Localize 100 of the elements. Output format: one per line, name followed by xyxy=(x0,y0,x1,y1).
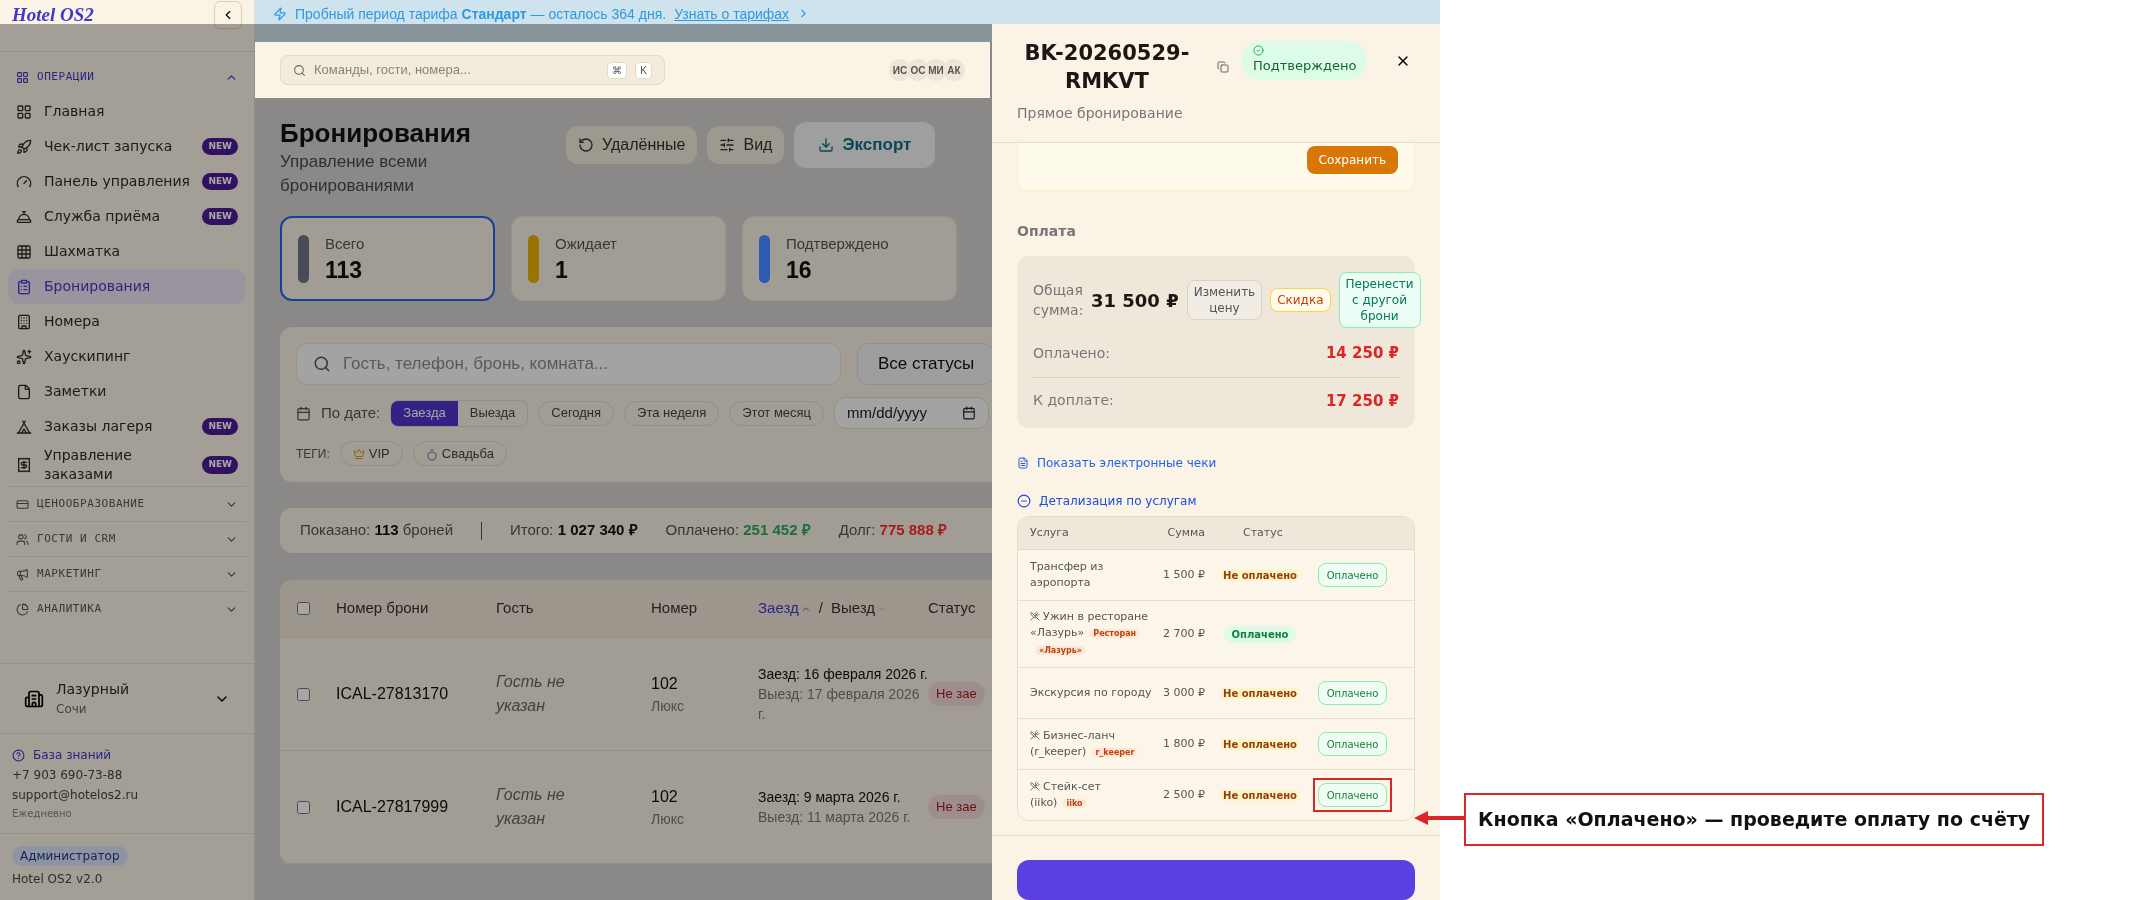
crown-icon xyxy=(352,447,365,460)
document-icon xyxy=(1017,457,1029,469)
stat-card[interactable]: Подтверждено 16 xyxy=(742,216,957,301)
minus-circle-icon xyxy=(1017,494,1031,508)
service-amount: 2 500 ₽ xyxy=(1163,787,1205,803)
summary-stat: Итого: 1 027 340 ₽ xyxy=(510,520,638,541)
sort-column-header[interactable]: Выезд xyxy=(830,597,887,620)
nav-item[interactable]: Шахматка xyxy=(8,234,246,269)
annotation-callout: Кнопка «Оплачено» — проведите оплату по счёту xyxy=(1464,793,2045,846)
row-checkbox[interactable] xyxy=(297,687,310,701)
utensils-icon xyxy=(1030,611,1040,621)
booking-source: Прямое бронирование xyxy=(1017,104,1184,123)
pointer-arrow xyxy=(1414,811,1464,825)
building-icon xyxy=(24,688,44,709)
lightning-icon xyxy=(273,7,287,21)
logo: Hotel OS2 xyxy=(12,3,94,27)
new-badge: NEW xyxy=(202,207,238,226)
payment-action-button[interactable]: Скидка xyxy=(1270,288,1331,312)
toolbar-button[interactable]: Вид xyxy=(707,126,785,164)
column-header[interactable]: Гость xyxy=(496,597,651,620)
mark-paid-button[interactable]: Оплачено xyxy=(1317,681,1388,705)
sort-column-header[interactable]: Заезд xyxy=(758,597,811,620)
nav-item[interactable]: Служба приёма NEW xyxy=(8,199,246,234)
stat-label: Подтверждено xyxy=(786,234,889,255)
stat-label: Ожидает xyxy=(555,234,617,255)
bell-icon xyxy=(16,208,32,225)
section-header[interactable]: ГОСТИ И CRM xyxy=(8,522,246,556)
nav-item[interactable]: Чек-лист запуска NEW xyxy=(8,129,246,164)
payment-action-button[interactable]: Изменить цену xyxy=(1186,280,1263,320)
grid-icon xyxy=(16,103,32,120)
export-button[interactable]: Экспорт xyxy=(794,122,936,168)
command-search-field[interactable]: Команды, гости, номера... ⌘ K xyxy=(280,55,665,85)
service-name: Трансфер из аэропорта xyxy=(1029,559,1105,591)
select-all-checkbox[interactable] xyxy=(297,602,310,615)
summary-stat: Долг: 775 888 ₽ xyxy=(838,520,947,541)
knowledge-base-link[interactable]: База знаний xyxy=(33,746,112,764)
stat-value: 113 xyxy=(325,255,364,284)
status-badge: Не зае xyxy=(928,682,985,706)
property-name: Лазурный xyxy=(56,680,131,699)
new-badge: NEW xyxy=(202,137,238,156)
section-header[interactable]: ЦЕНООБРАЗОВАНИЕ xyxy=(8,487,246,521)
utensils-icon xyxy=(1030,780,1040,791)
property-switcher[interactable]: Лазурный Сочи xyxy=(0,663,254,733)
date-placeholder: mm/dd/yyyy xyxy=(847,402,928,423)
breakdown-toggle[interactable]: Детализация по услугам xyxy=(1017,492,1415,510)
date-mode-toggle[interactable]: Заезда xyxy=(391,400,458,426)
section-header[interactable]: АНАЛИТИКА xyxy=(8,592,246,626)
service-amount: 1 500 ₽ xyxy=(1163,567,1205,583)
tags-label: ТЕГИ: xyxy=(296,445,330,463)
nav-item[interactable]: Заказы лагеря NEW xyxy=(8,409,246,444)
nav-item[interactable]: Хаускипинг xyxy=(8,339,246,374)
nav-item[interactable]: Заметки xyxy=(8,374,246,409)
mark-paid-button[interactable]: Оплачено xyxy=(1317,783,1388,807)
avatar[interactable]: ОС xyxy=(907,59,929,81)
receipts-link[interactable]: Показать электронные чеки xyxy=(1037,454,1217,472)
sort-separator: / xyxy=(818,598,823,619)
stat-value: 1 xyxy=(555,255,569,284)
nav-item[interactable]: Бронирования xyxy=(8,269,246,304)
booking-number[interactable]: ICAL-27817999 xyxy=(336,795,496,819)
date-input[interactable]: mm/dd/yyyy xyxy=(834,397,990,429)
toolbar-button[interactable]: Удалённые xyxy=(566,126,698,164)
nav-item[interactable]: Номера xyxy=(8,304,246,339)
help-icon xyxy=(12,748,25,762)
grid-icon xyxy=(16,70,29,84)
avatar[interactable]: МИ xyxy=(925,59,947,81)
utensils-icon xyxy=(1030,729,1040,740)
nav-item[interactable]: Панель управления NEW xyxy=(8,164,246,199)
nav-item[interactable]: Управление заказами NEW xyxy=(8,444,246,486)
check-circle-icon xyxy=(1253,45,1264,56)
collapse-button[interactable] xyxy=(214,1,242,29)
column-header[interactable]: Номер xyxy=(651,597,758,620)
mark-paid-button[interactable]: Оплачено xyxy=(1317,732,1388,756)
date-mode-toggle[interactable]: Выезда xyxy=(457,400,528,426)
file-icon xyxy=(16,383,32,400)
nav-item[interactable]: Главная xyxy=(8,94,246,129)
column-header[interactable]: Статус xyxy=(928,597,976,620)
total-amount: 31 500 ₽ xyxy=(1091,288,1179,313)
avatar[interactable]: АК xyxy=(943,59,965,81)
section-header[interactable]: ОПЕРАЦИИ xyxy=(8,60,246,94)
room-number: 102 xyxy=(651,786,679,807)
row-checkbox[interactable] xyxy=(297,800,310,814)
copy-icon xyxy=(1217,61,1229,73)
shortcut-key: ⌘ xyxy=(607,61,628,79)
room-type: Люкс xyxy=(651,696,685,716)
table-grid-icon xyxy=(16,243,32,260)
mark-paid-button[interactable]: Оплачено xyxy=(1317,563,1388,587)
avatar[interactable]: ИС xyxy=(889,59,911,81)
save-button[interactable]: Сохранить xyxy=(1306,146,1398,174)
pie-chart-icon xyxy=(16,602,29,616)
sliders-icon xyxy=(719,137,736,153)
stat-card[interactable]: Ожидает 1 xyxy=(511,216,726,301)
booking-number[interactable]: ICAL-27813170 xyxy=(336,682,496,706)
payment-action-button[interactable]: Перенести с другой брони xyxy=(1338,272,1421,328)
shortcut-key: K xyxy=(635,61,652,79)
check-out-date: Выезд: 17 февраля 2026 г. xyxy=(758,685,921,724)
section-header[interactable]: МАРКЕТИНГ xyxy=(8,557,246,591)
stat-card[interactable]: Всего 113 xyxy=(280,216,495,301)
column-header[interactable]: Номер брони xyxy=(336,597,496,620)
status-badge: Не зае xyxy=(928,795,985,819)
rotate-icon xyxy=(578,137,594,153)
